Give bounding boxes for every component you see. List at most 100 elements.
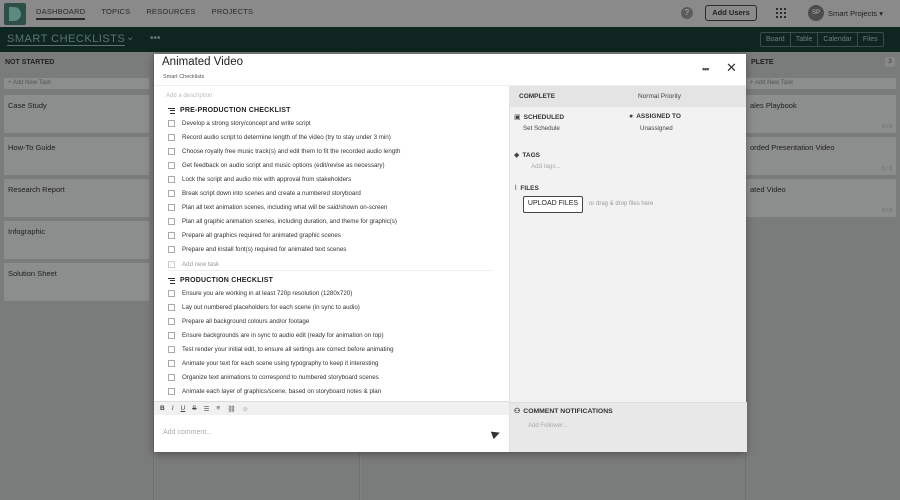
view-files[interactable]: Files [858, 33, 883, 46]
nav-links: DASHBOARD TOPICS RESOURCES PROJECTS [36, 7, 269, 20]
checklist-item[interactable]: Test render your initial edit, to ensure… [168, 346, 498, 353]
checklist-panel: Add a description PRE-PRODUCTION CHECKLI… [154, 86, 509, 401]
checkbox[interactable] [168, 388, 175, 395]
strikethrough-button[interactable]: S [192, 405, 196, 412]
checkbox[interactable] [168, 374, 175, 381]
app-logo[interactable] [4, 2, 26, 25]
tags-input[interactable]: Add tags... [531, 163, 561, 170]
checklist-item[interactable]: Ensure backgrounds are in sync to audio … [168, 332, 498, 339]
checkbox[interactable] [168, 162, 175, 169]
unlink-icon[interactable]: ⊘ [242, 405, 247, 413]
checkbox[interactable] [168, 360, 175, 367]
nav-topics[interactable]: TOPICS [101, 7, 130, 20]
ordered-list-icon[interactable]: ☰ [204, 405, 210, 413]
checklist-item[interactable]: Prepare all graphics required for animat… [168, 232, 498, 239]
nav-resources[interactable]: RESOURCES [146, 7, 195, 20]
comment-input[interactable]: Add comment... [163, 429, 212, 436]
task-card[interactable]: Solution Sheet [4, 263, 149, 301]
assignee-dropdown[interactable]: Unassigned [640, 125, 673, 132]
task-card[interactable]: Case Study [4, 95, 149, 133]
task-card[interactable]: Infographic [4, 221, 149, 259]
bullet-list-icon[interactable]: ≡ [216, 405, 220, 412]
task-card[interactable]: How-To Guide [4, 137, 149, 175]
nav-projects[interactable]: PROJECTS [212, 7, 254, 20]
checkbox[interactable] [168, 134, 175, 141]
apps-grid-icon[interactable] [776, 8, 786, 18]
more-options-icon[interactable]: ••• [702, 64, 710, 74]
chevron-down-icon[interactable]: ⌄ [126, 32, 134, 43]
section-title: PRE-PRODUCTION CHECKLIST [180, 107, 291, 115]
task-card[interactable]: ated Video 0 / 0 [746, 179, 896, 217]
checklist-item[interactable]: Break script down into scenes and create… [168, 190, 498, 197]
status-dropdown[interactable]: COMPLETE [519, 93, 555, 100]
board-more-icon[interactable]: ••• [150, 33, 161, 44]
nav-dashboard[interactable]: DASHBOARD [36, 7, 86, 20]
avatar[interactable]: SP [808, 5, 824, 21]
checkbox[interactable] [168, 218, 175, 225]
add-task-input[interactable]: + Add New Task [746, 78, 896, 89]
board-title[interactable]: SMART CHECKLISTS [7, 33, 126, 46]
checklist-item[interactable]: Plan all graphic animation scenes, inclu… [168, 218, 498, 225]
underline-button[interactable]: U [181, 405, 186, 412]
top-nav: DASHBOARD TOPICS RESOURCES PROJECTS ? Ad… [0, 0, 900, 27]
divider [168, 270, 493, 271]
checklist-item[interactable]: Prepare all background colours and/or fo… [168, 318, 498, 325]
checklist-item[interactable]: Develop a strong story/concept and write… [168, 120, 498, 127]
view-calendar[interactable]: Calendar [818, 33, 858, 46]
checklist-item[interactable]: Record audio script to determine length … [168, 134, 498, 141]
set-schedule-link[interactable]: Set Schedule [523, 125, 560, 132]
checkbox[interactable] [168, 246, 175, 253]
checkbox[interactable] [168, 204, 175, 211]
project-menu[interactable]: Smart Projects ▾ [828, 9, 883, 18]
bold-button[interactable]: B [160, 405, 165, 412]
add-users-button[interactable]: Add Users [705, 5, 757, 21]
task-card-meta: 0 / 0 [882, 208, 892, 214]
checkbox[interactable] [168, 290, 175, 297]
checkbox[interactable] [168, 318, 175, 325]
task-card[interactable]: ales Playbook 0 / 0 [746, 95, 896, 133]
modal-subtitle[interactable]: Smart Checklists [163, 74, 204, 80]
description-input[interactable]: Add a description [166, 93, 212, 99]
add-task-input[interactable]: + Add New Task [4, 78, 149, 89]
checkbox[interactable] [168, 148, 175, 155]
checkbox[interactable] [168, 120, 175, 127]
add-follower-input[interactable]: Add Follower... [528, 423, 568, 429]
add-new-task[interactable]: Add new task [168, 261, 498, 268]
checklist-item[interactable]: Choose royalty free music track(s) and e… [168, 148, 498, 155]
upload-files-button[interactable]: UPLOAD FILES [523, 196, 583, 213]
checklist-item[interactable]: Organize text animations to correspond t… [168, 374, 498, 381]
checkbox[interactable] [168, 190, 175, 197]
users-icon: ⚇ [514, 408, 521, 415]
section-pre-production: PRE-PRODUCTION CHECKLIST [168, 107, 291, 115]
checklist-item[interactable]: Get feedback on audio script and music o… [168, 162, 498, 169]
help-icon[interactable]: ? [681, 7, 693, 19]
task-card[interactable]: Research Report [4, 179, 149, 217]
view-table[interactable]: Table [791, 33, 819, 46]
close-icon[interactable]: ✕ [726, 61, 737, 74]
checklist-item[interactable]: Animate your text for each scene using t… [168, 360, 498, 367]
checkbox[interactable] [168, 332, 175, 339]
send-icon[interactable] [490, 428, 502, 440]
comment-box: Add comment... [154, 415, 509, 452]
checkbox[interactable] [168, 176, 175, 183]
checkbox[interactable] [168, 346, 175, 353]
checklist-item[interactable]: Animate each layer of graphics/scene, ba… [168, 388, 498, 395]
checklist-item[interactable]: Lock the script and audio mix with appro… [168, 176, 498, 183]
checklist-item[interactable]: Plan all text animation scenes, includin… [168, 204, 498, 211]
checkbox[interactable] [168, 232, 175, 239]
checklist-item[interactable]: Prepare and install font(s) required for… [168, 246, 498, 253]
task-card[interactable]: orded Presentation Video 0 / 0 [746, 137, 896, 175]
priority-dropdown[interactable]: Normal Priority [638, 93, 681, 100]
scheduled-label: ▣ SCHEDULED [514, 113, 565, 122]
task-card-title: orded Presentation Video [750, 143, 835, 152]
view-board[interactable]: Board [761, 33, 791, 46]
checklist-item[interactable]: Ensure you are working in at least 720p … [168, 290, 498, 297]
modal-title[interactable]: Animated Video [162, 56, 243, 68]
checkbox[interactable] [168, 304, 175, 311]
italic-button[interactable]: I [172, 405, 174, 412]
drag-drop-hint: or drag & drop files here [589, 201, 654, 207]
link-icon[interactable]: ⛓ [227, 405, 235, 413]
column-not-started: NOT STARTED + Add New Task Case Study Ho… [0, 52, 154, 500]
checklist-item[interactable]: Lay out numbered placeholders for each s… [168, 304, 498, 311]
tag-icon: ◆ [514, 152, 520, 159]
